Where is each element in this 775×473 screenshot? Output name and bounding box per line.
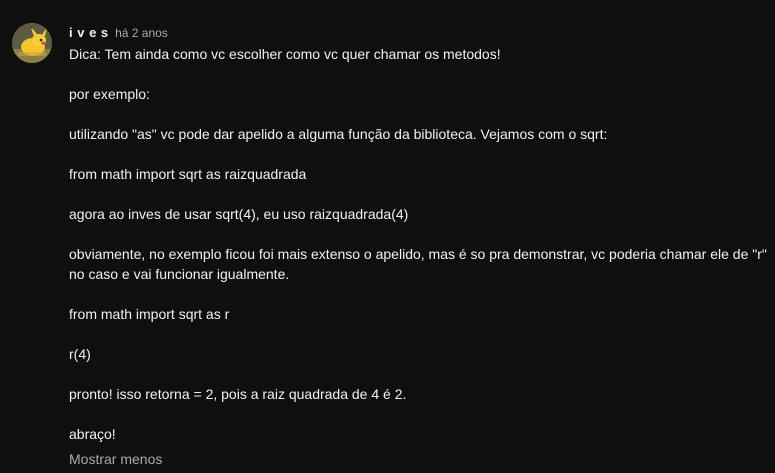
author-name[interactable]: i v e s xyxy=(69,25,109,40)
comment-paragraph: Dica: Tem ainda como vc escolher como vc… xyxy=(69,46,501,62)
comment-paragraph: obviamente, no exemplo ficou foi mais ex… xyxy=(69,246,771,282)
comment-timestamp[interactable]: há 2 anos xyxy=(115,26,168,40)
comment-text: Dica: Tem ainda como vc escolher como vc… xyxy=(69,44,769,444)
comment-paragraph: agora ao inves de usar sqrt(4), eu uso r… xyxy=(69,206,409,222)
comment-paragraph: abraço! xyxy=(69,426,116,442)
show-less-button[interactable]: Mostrar menos xyxy=(69,449,162,469)
comment-paragraph: por exemplo: xyxy=(69,86,150,102)
comment-paragraph: from math import sqrt as raizquadrada xyxy=(69,166,307,182)
comment-thread: i v e s há 2 anos Dica: Tem ainda como v… xyxy=(0,0,775,473)
comment-paragraph: utilizando "as" vc pode dar apelido a al… xyxy=(69,126,608,142)
comment-paragraph: pronto! isso retorna = 2, pois a raiz qu… xyxy=(69,386,407,402)
avatar[interactable] xyxy=(12,23,52,63)
pikachu-avatar-icon xyxy=(12,23,52,63)
comment-header: i v e s há 2 anos xyxy=(69,24,168,42)
comment-paragraph: r(4) xyxy=(69,346,91,362)
comment-paragraph: from math import sqrt as r xyxy=(69,306,230,322)
